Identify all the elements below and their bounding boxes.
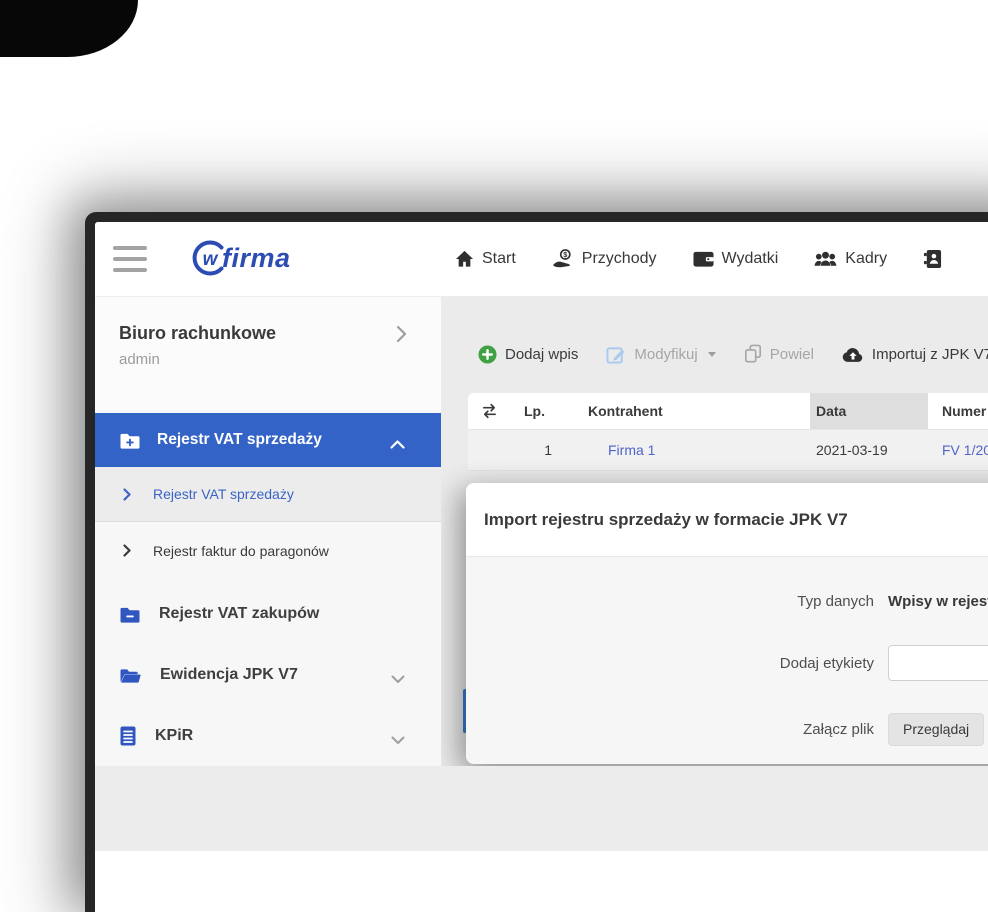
nav-item-kadry[interactable]: Kadry	[814, 250, 887, 268]
sidebar-account-header[interactable]: Biuro rachunkowe admin	[95, 297, 441, 411]
copy-icon	[744, 344, 762, 364]
typ-danych-label: Typ danych	[466, 593, 874, 610]
hamburger-menu-icon[interactable]	[113, 246, 147, 272]
table-header-row: Lp. Kontrahent Data Numer	[468, 393, 988, 430]
col-header-kontrahent[interactable]: Kontrahent	[556, 403, 810, 419]
cell-lp: 1	[512, 442, 556, 458]
chevron-up-icon	[390, 436, 405, 454]
folder-minus-icon	[119, 605, 141, 624]
sidebar-subitem-rejestr-faktur[interactable]: Rejestr faktur do paragonów	[95, 522, 441, 579]
nav-item-start[interactable]: Start	[455, 250, 516, 268]
sidebar-item-rejestr-vat-zakupow[interactable]: Rejestr VAT zakupów	[95, 588, 441, 640]
browse-button[interactable]: Przeglądaj	[888, 713, 984, 746]
col-header-numer[interactable]: Numer	[928, 403, 988, 419]
svg-text:$: $	[563, 250, 567, 259]
folder-plus-icon	[119, 431, 141, 450]
app-window: w firma Start $ Przychody	[95, 222, 988, 912]
sidebar-item-label: Rejestr VAT sprzedaży	[157, 431, 322, 449]
typ-danych-value: Wpisy w rejestrze	[888, 593, 988, 610]
chevron-right-icon	[396, 325, 407, 348]
col-header-lp[interactable]: Lp.	[512, 403, 556, 419]
home-icon	[455, 250, 474, 268]
app-header: w firma Start $ Przychody	[95, 222, 988, 297]
users-icon	[814, 250, 837, 268]
entries-table: Lp. Kontrahent Data Numer 1 Firma 1 2021…	[468, 393, 988, 471]
etykiety-input[interactable]	[888, 645, 988, 681]
swap-icon[interactable]	[468, 403, 512, 419]
user-name: admin	[119, 351, 417, 368]
main-content: Dodaj wpis Modyfikuj	[441, 297, 988, 766]
modal-title: Import rejestru sprzedaży w formacie JPK…	[484, 510, 848, 530]
modify-button[interactable]: Modyfikuj	[606, 345, 715, 364]
sidebar-item-rejestr-vat-sprzedazy[interactable]: Rejestr VAT sprzedaży	[95, 413, 441, 467]
modal-body: Typ danych Wpisy w rejestrze Dodaj etyki…	[466, 557, 988, 764]
main-nav: Start $ Przychody Wydat	[455, 222, 942, 296]
caret-down-icon	[708, 352, 716, 357]
chevron-right-icon	[123, 544, 131, 557]
cloud-upload-icon	[842, 346, 864, 363]
chevron-right-icon	[123, 488, 131, 501]
nav-item-wydatki[interactable]: Wydatki	[693, 250, 779, 268]
page: { "header": { "logo": { "w": "w", "rest"…	[0, 0, 988, 850]
nav-item-crm-partial[interactable]	[923, 249, 942, 269]
field-zalacz-plik: Załącz plik Przeglądaj	[466, 709, 988, 749]
sidebar-subitem-rejestr-vat-sprzedazy[interactable]: Rejestr VAT sprzedaży	[95, 467, 441, 522]
field-typ-danych: Typ danych Wpisy w rejestrze	[466, 581, 988, 621]
folder-open-icon	[119, 666, 142, 685]
modal-header: Import rejestru sprzedaży w formacie JPK…	[466, 483, 988, 557]
duplicate-button[interactable]: Powiel	[744, 344, 814, 364]
chevron-down-icon	[391, 671, 405, 689]
numer-link[interactable]: FV 1/20	[942, 442, 988, 458]
toolbar: Dodaj wpis Modyfikuj	[478, 344, 988, 364]
kontrahent-link[interactable]: Firma 1	[608, 442, 655, 458]
field-etykiety: Dodaj etykiety	[466, 643, 988, 683]
table-row[interactable]: 1 Firma 1 2021-03-19 FV 1/20	[468, 430, 988, 471]
nav-item-przychody[interactable]: $ Przychody	[552, 249, 657, 269]
svg-text:w: w	[203, 249, 219, 270]
sidebar-item-kpir[interactable]: KPiR	[95, 710, 441, 762]
plus-circle-icon	[478, 345, 497, 364]
app-body: Biuro rachunkowe admin Rejestr VAT sprze…	[95, 297, 988, 766]
window-frame: w firma Start $ Przychody	[85, 212, 988, 912]
sidebar-item-ewidencja-jpk[interactable]: Ewidencja JPK V7	[95, 649, 441, 701]
app-footer	[95, 766, 988, 851]
etykiety-label: Dodaj etykiety	[466, 655, 874, 672]
address-book-icon	[923, 249, 942, 269]
zalacz-plik-label: Załącz plik	[466, 721, 874, 738]
wallet-icon	[693, 250, 714, 268]
book-icon	[119, 726, 137, 746]
sidebar: Biuro rachunkowe admin Rejestr VAT sprze…	[95, 297, 441, 766]
import-modal: Import rejestru sprzedaży w formacie JPK…	[466, 483, 988, 764]
logo-text: firma	[222, 243, 291, 274]
import-jpk-button[interactable]: Importuj z JPK V7	[842, 346, 988, 363]
decorative-corner-shape	[0, 0, 138, 57]
cell-data: 2021-03-19	[810, 430, 928, 470]
wfirma-logo[interactable]: w firma	[190, 238, 291, 278]
hand-coin-icon: $	[552, 249, 574, 269]
company-name: Biuro rachunkowe	[119, 323, 417, 344]
add-entry-button[interactable]: Dodaj wpis	[478, 345, 578, 364]
chevron-down-icon	[391, 732, 405, 750]
pencil-square-icon	[606, 345, 626, 364]
col-header-data[interactable]: Data	[810, 393, 928, 429]
